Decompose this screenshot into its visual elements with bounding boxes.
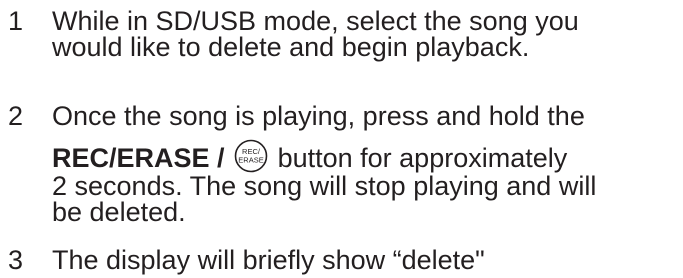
- step-line-with-button: REC/ERASE / REC/ ERASE button for approx…: [52, 139, 683, 173]
- step-line: would like to delete and begin playback.: [52, 32, 530, 62]
- step-text: Once the song is playing, press and hold…: [52, 101, 683, 227]
- rec-erase-button-icon: REC/ ERASE: [234, 139, 268, 173]
- step-line: The display will briefly show “delete": [52, 245, 485, 275]
- step-text: The display will briefly show “delete": [52, 245, 683, 275]
- step-line: Once the song is playing, press and hold…: [52, 101, 585, 131]
- step-number: 1: [8, 6, 24, 36]
- step-number: 3: [8, 245, 24, 275]
- step-line: 2 seconds. The song will stop playing an…: [52, 171, 597, 201]
- svg-text:ERASE: ERASE: [238, 155, 263, 164]
- rec-erase-label: REC/ERASE /: [52, 143, 225, 173]
- step-text: While in SD/USB mode, select the song yo…: [52, 6, 683, 62]
- step-line-continuation: button for approximately: [277, 143, 568, 173]
- step-line: be deleted.: [52, 197, 186, 227]
- step-line: While in SD/USB mode, select the song yo…: [52, 6, 579, 36]
- step-number: 2: [8, 101, 24, 131]
